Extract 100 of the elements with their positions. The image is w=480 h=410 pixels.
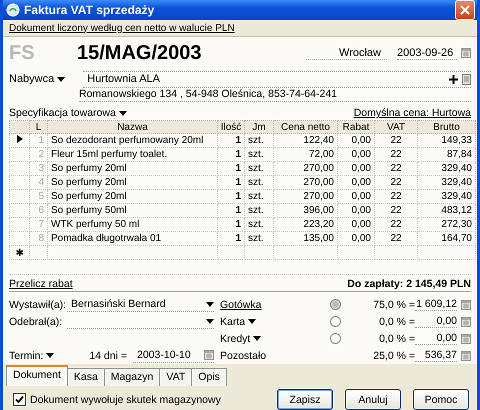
document-type: FS (9, 42, 36, 64)
table-cell: 1 (218, 190, 244, 204)
table-cell: 22 (374, 218, 418, 232)
tab[interactable]: VAT (159, 368, 192, 386)
table-cell: 0,00 (338, 232, 374, 246)
payment-percent: 0,0 % = (378, 316, 415, 328)
table-cell: szt. (244, 232, 274, 246)
column-header[interactable]: Jm (244, 120, 274, 134)
calendar-icon[interactable] (204, 350, 214, 360)
radio-button[interactable] (330, 299, 341, 310)
tab[interactable]: Magazyn (104, 368, 160, 386)
default-price-link[interactable]: Domyślna cena: Hurtowa (354, 107, 471, 119)
radio-button[interactable] (330, 316, 341, 327)
issued-by-value: Bernasiński Bernard (71, 298, 166, 310)
table-cell: 122,40 (274, 134, 338, 148)
table-cell: Pomadka długotrwała 01 (48, 232, 218, 246)
calculator-icon[interactable] (461, 316, 471, 326)
table-cell: 1 (218, 232, 244, 246)
table-cell: 329,40 (418, 190, 476, 204)
table-cell: 72,00 (274, 148, 338, 162)
received-by-label: Odebrał(a): (9, 316, 64, 328)
table-cell: 22 (374, 176, 418, 190)
issued-by-dropdown[interactable]: Bernasiński Bernard (67, 298, 214, 312)
term-date: 2003-10-10 (137, 349, 191, 361)
table-cell: 22 (374, 148, 418, 162)
table-cell: 1 (218, 176, 244, 190)
column-header[interactable]: Ilość (218, 120, 244, 134)
column-header[interactable]: Rabat (338, 120, 374, 134)
row-pointer-icon[interactable] (10, 134, 30, 148)
table-cell: szt. (244, 162, 274, 176)
checkbox[interactable] (13, 393, 26, 406)
caret-icon[interactable] (57, 76, 66, 82)
window-title: Faktura VAT sprzedaży (24, 3, 156, 17)
tab[interactable]: Opis (191, 368, 227, 386)
table-cell: 1 (30, 134, 48, 148)
calculator-icon[interactable] (461, 300, 471, 310)
table-cell: 270,00 (274, 190, 338, 204)
checkbox-label: Dokument wywołuje skutek magazynowy (30, 394, 221, 406)
table-cell: 5 (30, 190, 48, 204)
dialog-button[interactable]: Anuluj (345, 389, 401, 410)
table-cell: 1 (218, 162, 244, 176)
buyer-address: Romanowskiego 134 , 54-948 Oleśnica, 853-74-64-241 (79, 87, 471, 102)
column-header[interactable]: Brutto (418, 120, 476, 134)
calculator-icon[interactable] (461, 350, 471, 360)
table-cell: So perfumy 20ml (48, 176, 218, 190)
tab[interactable]: Kasa (66, 368, 105, 386)
caret-icon[interactable] (206, 302, 214, 306)
table-cell: 1 (218, 218, 244, 232)
table-cell: szt. (244, 148, 274, 162)
table-cell: 22 (374, 162, 418, 176)
payment-method-link[interactable]: Gotówka (220, 298, 262, 310)
payment-percent: 25,0 % = (372, 350, 415, 362)
recalculate-discount-link[interactable]: Przelicz rabat (9, 278, 73, 290)
dialog-button[interactable]: Zapisz (277, 389, 333, 410)
caret-icon[interactable] (46, 353, 54, 358)
table-cell: 22 (374, 134, 418, 148)
column-header[interactable]: L (30, 120, 48, 134)
place-field[interactable]: Wrocław (306, 46, 387, 60)
column-header[interactable]: VAT (374, 120, 418, 134)
caret-icon[interactable] (206, 318, 214, 324)
plus-icon[interactable] (449, 74, 458, 84)
date-field[interactable]: 2003-09-26 (397, 46, 457, 60)
radio-button[interactable] (330, 333, 341, 344)
table-cell: 7 (30, 218, 48, 232)
dialog-button[interactable]: Pomoc (413, 389, 469, 410)
column-header[interactable]: Cena netto (274, 120, 338, 134)
table-cell: szt. (244, 218, 274, 232)
table-cell: 396,00 (274, 204, 338, 218)
calendar-icon[interactable] (461, 48, 471, 58)
close-icon[interactable] (455, 0, 475, 20)
table-cell: 22 (374, 190, 418, 204)
table-cell: 483,12 (418, 204, 476, 218)
table-cell: 329,40 (418, 162, 476, 176)
table-cell: szt. (244, 190, 274, 204)
caret-icon[interactable] (253, 336, 262, 341)
tab[interactable]: Dokument (6, 365, 68, 386)
table-cell: 0,00 (338, 204, 374, 218)
caret-icon[interactable] (118, 110, 127, 116)
table-cell: 2 (30, 148, 48, 162)
table-cell: 1 (218, 204, 244, 218)
buyer-name: Hurtownia ALA (87, 73, 160, 85)
table-cell: szt. (244, 176, 274, 190)
table-cell: 223,20 (274, 218, 338, 232)
table-cell: 3 (30, 162, 48, 176)
table-cell: szt. (244, 134, 274, 148)
buyer-label: Nabywca (9, 73, 54, 85)
table-cell: 0,00 (338, 134, 374, 148)
table-cell: 87,84 (418, 148, 476, 162)
payment-amount: 536,37 (415, 349, 457, 362)
table-cell: szt. (244, 204, 274, 218)
table-cell: 270,00 (274, 162, 338, 176)
payment-percent: 0,0 % = (378, 332, 415, 344)
term-days[interactable]: 14 dni = (67, 350, 133, 362)
specification-label: Specyfikacja towarowa (9, 107, 116, 119)
currency-info-link[interactable]: Dokument liczony według cen netto w walucie PLN (9, 22, 235, 34)
column-header[interactable]: Nazwa (48, 120, 218, 134)
caret-icon[interactable] (248, 319, 256, 324)
payment-amount: 0,00 (415, 332, 457, 345)
calculator-icon[interactable] (461, 334, 471, 344)
table-cell: So perfumy 20ml (48, 162, 218, 176)
